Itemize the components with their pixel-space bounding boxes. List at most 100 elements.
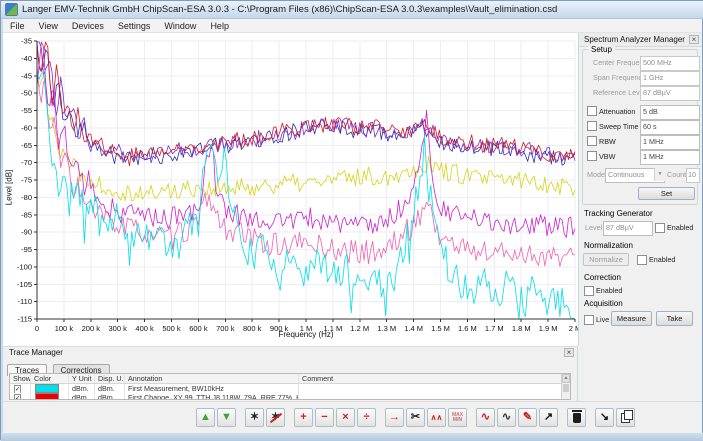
normalization-label: Normalization <box>584 241 633 250</box>
divide-traces-button[interactable]: ÷ <box>357 408 376 427</box>
sweep-time-checkbox[interactable] <box>587 121 597 131</box>
move-trace-up-icon: ▲ <box>200 412 211 423</box>
duplicate-trace-button[interactable] <box>616 408 635 427</box>
divide-traces-icon: ÷ <box>363 412 369 423</box>
move-trace-down-button[interactable]: ▼ <box>217 408 236 427</box>
trace-manager-close-button[interactable]: × <box>564 348 574 357</box>
setup-label: Setup <box>588 45 615 54</box>
level-field[interactable]: 87 dBµV <box>603 221 653 236</box>
highlight-trace-icon: ✶ <box>250 412 259 423</box>
menu-devices[interactable]: Devices <box>65 20 111 32</box>
attenuation-checkbox[interactable] <box>587 106 597 116</box>
menu-help[interactable]: Help <box>203 20 236 32</box>
scroll-up-icon[interactable]: ▲ <box>562 374 570 383</box>
panel-close-button[interactable]: × <box>689 35 699 44</box>
menu-file[interactable]: File <box>3 20 32 32</box>
spectrum-analyzer-panel: Spectrum Analyzer Manager × Setup Center… <box>578 33 702 346</box>
take-button[interactable]: Take <box>656 311 693 326</box>
import-trace-button[interactable]: ↘ <box>595 408 614 427</box>
trace-manager-header: Trace Manager × <box>3 347 577 360</box>
trace-table-header: ShowColorY UnitDisp. U.AnnotationComment <box>10 374 570 384</box>
y-tick-label: -85 <box>21 210 32 219</box>
sweep-time-field[interactable]: 60 s <box>640 120 700 135</box>
rbw-checkbox[interactable] <box>587 136 597 146</box>
tracking-generator-label: Tracking Generator <box>584 209 653 218</box>
subtract-traces-icon: − <box>321 412 327 423</box>
rbw-label: RBW <box>599 137 616 146</box>
trace-manager-tabs: Traces Corrections <box>7 360 111 373</box>
export-trace-button[interactable]: ↗ <box>539 408 558 427</box>
color-swatch[interactable] <box>35 393 59 400</box>
highlight-off-button[interactable]: ✶ <box>266 408 285 427</box>
set-button[interactable]: Set <box>638 187 695 200</box>
column-disp-u: Disp. U. <box>95 374 125 383</box>
tracking-enabled-checkbox[interactable] <box>655 223 665 233</box>
max-min-button[interactable]: MAX MIN <box>448 408 467 427</box>
span-frequency-label: Span Frequency <box>593 73 646 82</box>
reference-level-row: Reference Level87 dBµV <box>583 86 697 99</box>
spectrum-inspect-button[interactable]: ∿ <box>497 408 516 427</box>
rbw-field[interactable]: 1 MHz <box>640 135 700 150</box>
menu-window[interactable]: Window <box>157 20 203 32</box>
add-traces-button[interactable]: + <box>294 408 313 427</box>
highlight-trace-button[interactable]: ✶ <box>245 408 264 427</box>
y-tick-label: -50 <box>21 89 32 98</box>
column-y-unit: Y Unit <box>69 374 95 383</box>
attenuation-field[interactable]: 5 dB <box>640 105 700 120</box>
correction-enabled-checkbox[interactable] <box>584 286 594 296</box>
app-icon <box>5 3 18 16</box>
chevron-down-icon[interactable]: ▼ <box>654 168 665 181</box>
x-axis-title: Frequency (Hz) <box>37 330 575 339</box>
measure-button[interactable]: Measure <box>611 311 652 326</box>
move-trace-up-button[interactable]: ▲ <box>196 408 215 427</box>
live-checkbox[interactable] <box>584 315 594 325</box>
vbw-label: VBW <box>599 152 615 161</box>
import-trace-icon: ↘ <box>600 412 609 423</box>
cut-trace-button[interactable]: ✂ <box>406 408 425 427</box>
trace-table-scrollbar[interactable]: ▲ <box>561 374 570 399</box>
delete-trace-button[interactable] <box>567 408 586 427</box>
span-frequency-row: Span Frequency1 GHz <box>583 71 697 84</box>
shift-trace-icon: → <box>389 412 400 423</box>
vbw-field[interactable]: 1 MHz <box>640 150 700 165</box>
y-tick-label: -55 <box>21 106 32 115</box>
y-tick-label: -95 <box>21 245 32 254</box>
comment-cell <box>299 384 570 393</box>
shift-trace-button[interactable]: → <box>385 408 404 427</box>
subtract-traces-button[interactable]: − <box>315 408 334 427</box>
mode-row: Mode Continuous ▼ Count 10 <box>583 168 697 181</box>
disp-u-cell: dBm. <box>95 393 125 400</box>
y-unit-cell: dBm. <box>69 384 95 393</box>
column-annotation: Annotation <box>125 374 299 383</box>
multiply-traces-button[interactable]: × <box>336 408 355 427</box>
table-row[interactable]: ✓dBm.dBm.First Measurement, BW10kHz <box>10 384 570 393</box>
edit-trace-button[interactable]: ✎ <box>518 408 537 427</box>
color-swatch[interactable] <box>35 384 59 393</box>
show-checkbox[interactable]: ✓ <box>14 385 21 393</box>
normalization-enabled-checkbox[interactable] <box>637 255 647 265</box>
menu-settings[interactable]: Settings <box>111 20 158 32</box>
live-label: Live <box>596 315 609 324</box>
peak-search-icon: ∧∧ <box>431 412 443 423</box>
correction-row: Enabled <box>579 285 701 299</box>
window-title: Langer EMV-Technik GmbH ChipScan-ESA 3.0… <box>22 4 557 15</box>
scrollbar-thumb[interactable] <box>563 384 569 392</box>
vbw-checkbox[interactable] <box>587 151 597 161</box>
normalize-button[interactable]: Normalize <box>583 253 629 266</box>
annotation-cell: First Change, XY 99, TTH J8 118W, 79A, R… <box>125 393 299 400</box>
mode-select[interactable]: Continuous ▼ <box>605 168 665 183</box>
tracking-generator-row: Level 87 dBµV Enabled <box>579 221 701 235</box>
table-row[interactable]: ✓dBm.dBm.First Change, XY 99, TTH J8 118… <box>10 393 570 400</box>
trace-manager-panel: Trace Manager × Traces Corrections ShowC… <box>3 346 577 401</box>
spectrum-view-button[interactable]: ∿ <box>476 408 495 427</box>
edit-trace-icon: ✎ <box>523 412 532 423</box>
acquisition-label: Acquisition <box>584 299 623 308</box>
count-field[interactable]: 10 <box>686 168 700 183</box>
chart-grid <box>37 41 575 319</box>
menu-view[interactable]: View <box>32 20 65 32</box>
show-checkbox[interactable]: ✓ <box>14 394 21 400</box>
show-cell: ✓ <box>10 393 31 400</box>
peak-search-button[interactable]: ∧∧ <box>427 408 446 427</box>
disp-u-cell: dBm. <box>95 384 125 393</box>
set-row: Set <box>583 187 697 201</box>
